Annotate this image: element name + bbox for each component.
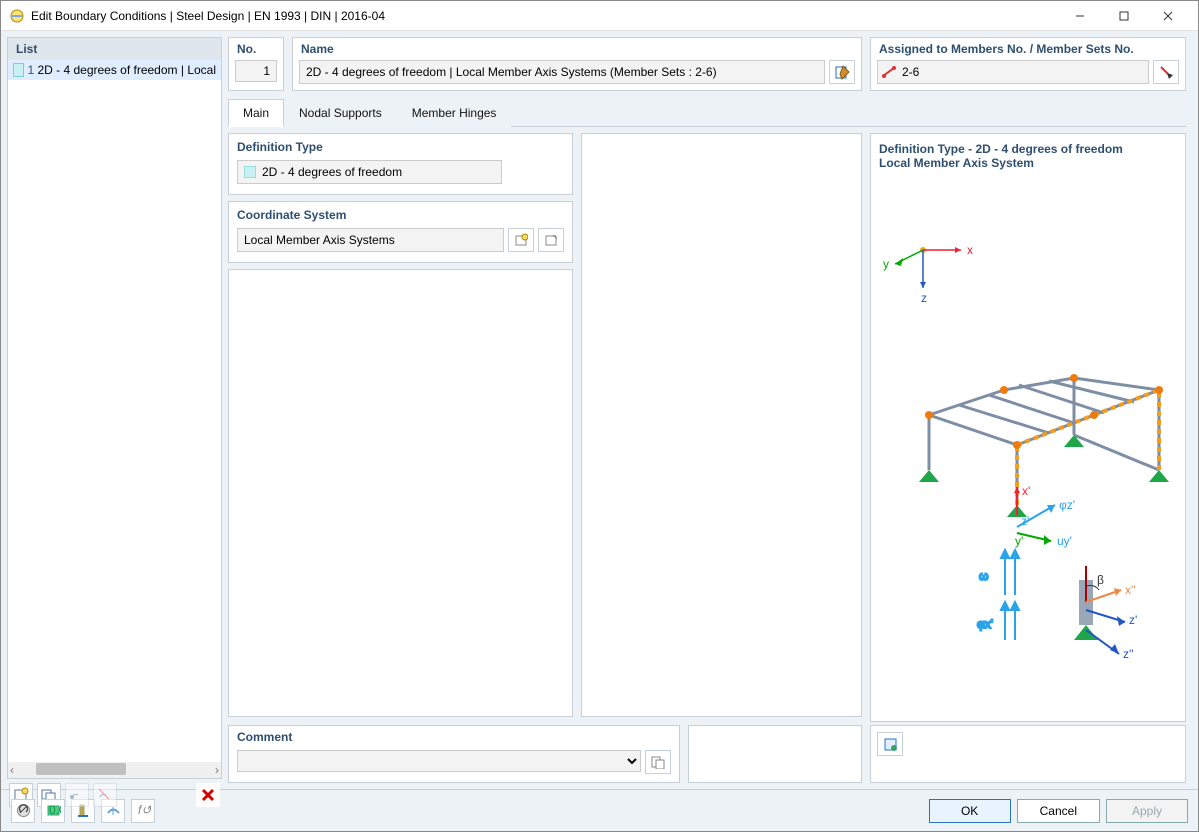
coordinate-new-button[interactable] [508, 228, 534, 252]
svg-text:y: y [883, 257, 889, 271]
tab-nodal-supports[interactable]: Nodal Supports [284, 99, 397, 127]
svg-text:0.00: 0.00 [49, 803, 61, 817]
preview-sketch: x y z [879, 170, 1177, 713]
scroll-thumb[interactable] [36, 763, 126, 775]
preview-title: Definition Type - 2D - 4 degrees of free… [879, 142, 1177, 156]
name-input[interactable] [299, 60, 825, 84]
pick-members-button[interactable] [1153, 60, 1179, 84]
svg-text:φx': φx' [977, 617, 993, 631]
list-panel: List 1 2D - 4 degrees of freedom | Local… [7, 37, 222, 779]
coordinate-system-select[interactable]: Local Member Axis Systems [237, 228, 504, 252]
svg-text:β: β [1097, 573, 1104, 587]
name-label: Name [299, 40, 855, 60]
comment-blank-1 [688, 725, 862, 783]
preview-subtitle: Local Member Axis System [879, 156, 1177, 170]
list-item-icon [13, 63, 24, 77]
comment-title: Comment [237, 730, 671, 744]
apply-button: Apply [1106, 799, 1188, 823]
name-field-box: Name [292, 37, 862, 91]
comment-row: Comment [228, 725, 1186, 783]
main-panel: No. 1 Name Assigned to Members No. / Mem… [228, 37, 1186, 783]
units-button[interactable]: 0.00 [41, 799, 65, 823]
assigned-label: Assigned to Members No. / Member Sets No… [877, 40, 1179, 60]
tab-main[interactable]: Main [228, 99, 284, 127]
cancel-button[interactable]: Cancel [1017, 799, 1100, 823]
number-input[interactable]: 1 [235, 60, 277, 82]
close-button[interactable] [1146, 2, 1190, 30]
middle-blank-panel [581, 133, 862, 717]
window-title: Edit Boundary Conditions | Steel Design … [31, 9, 1058, 23]
content-area: List 1 2D - 4 degrees of freedom | Local… [1, 31, 1198, 789]
coordinate-system-section: Coordinate System Local Member Axis Syst… [228, 201, 573, 263]
svg-text:z: z [921, 291, 927, 305]
left-panel: List 1 2D - 4 degrees of freedom | Local… [7, 37, 222, 783]
comment-library-button[interactable] [645, 750, 671, 774]
svg-text:z': z' [1129, 613, 1137, 627]
definition-type-swatch [244, 166, 256, 178]
number-field-box: No. 1 [228, 37, 284, 91]
reset-button[interactable]: f↺ [131, 799, 155, 823]
svg-text:uy': uy' [1057, 534, 1072, 548]
tab-body: Definition Type 2D - 4 degrees of freedo… [228, 126, 1186, 717]
definition-type-section: Definition Type 2D - 4 degrees of freedo… [228, 133, 573, 195]
assigned-input[interactable]: 2-6 [877, 60, 1149, 84]
svg-text:x': x' [1022, 484, 1030, 498]
definition-type-title: Definition Type [237, 140, 564, 154]
number-label: No. [235, 40, 277, 60]
svg-text:x'': x'' [1125, 583, 1136, 597]
svg-text:y': y' [1015, 534, 1023, 548]
list-body[interactable]: 1 2D - 4 degrees of freedom | Local [8, 60, 221, 762]
svg-text:x: x [967, 243, 973, 257]
scroll-left-icon[interactable]: ‹ [10, 763, 14, 777]
right-column: Definition Type - 2D - 4 degrees of free… [870, 133, 1186, 717]
list-horizontal-scrollbar[interactable]: ‹ › [8, 762, 221, 778]
tab-strip: Main Nodal Supports Member Hinges [228, 99, 1186, 127]
ok-button[interactable]: OK [929, 799, 1011, 823]
title-bar: Edit Boundary Conditions | Steel Design … [1, 1, 1198, 31]
svg-text:f↺: f↺ [138, 803, 151, 817]
comment-box: Comment [228, 725, 680, 783]
list-title: List [8, 38, 221, 60]
preview-toolbar [870, 725, 1186, 783]
scroll-right-icon[interactable]: › [215, 763, 219, 777]
preview-panel: Definition Type - 2D - 4 degrees of free… [870, 133, 1186, 722]
settings-column: Definition Type 2D - 4 degrees of freedo… [228, 133, 573, 717]
maximize-button[interactable] [1102, 2, 1146, 30]
coordinate-edit-button[interactable] [538, 228, 564, 252]
app-icon [9, 8, 25, 24]
comment-input[interactable] [237, 750, 641, 772]
help-button[interactable] [11, 799, 35, 823]
list-item[interactable]: 1 2D - 4 degrees of freedom | Local [8, 60, 221, 80]
expand-button[interactable] [101, 799, 125, 823]
list-item-label: 2D - 4 degrees of freedom | Local [37, 63, 216, 77]
svg-text:ω: ω [979, 569, 988, 583]
svg-text:φz': φz' [1059, 498, 1075, 512]
svg-text:z': z' [1021, 514, 1029, 528]
header-row: No. 1 Name Assigned to Members No. / Mem… [228, 37, 1186, 91]
assigned-field-box: Assigned to Members No. / Member Sets No… [870, 37, 1186, 91]
coordinate-system-title: Coordinate System [237, 208, 564, 222]
preview-settings-button[interactable] [877, 732, 903, 756]
member-set-icon [882, 66, 896, 78]
default-button[interactable] [71, 799, 95, 823]
edit-name-button[interactable] [829, 60, 855, 84]
empty-section [228, 269, 573, 717]
tab-member-hinges[interactable]: Member Hinges [397, 99, 512, 127]
minimize-button[interactable] [1058, 2, 1102, 30]
delete-item-button[interactable] [196, 783, 220, 807]
svg-text:z'': z'' [1123, 647, 1134, 661]
definition-type-select[interactable]: 2D - 4 degrees of freedom [237, 160, 502, 184]
list-item-number: 1 [28, 63, 38, 77]
